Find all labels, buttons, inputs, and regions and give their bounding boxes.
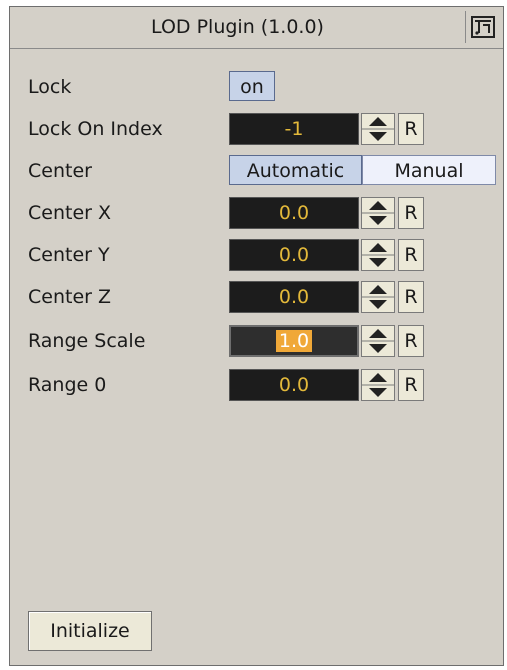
range-scale-selected-text: 1.0 <box>275 330 313 352</box>
lock-on-index-spinner[interactable] <box>361 113 395 145</box>
lock-on-index-reset-button[interactable]: R <box>398 113 424 145</box>
lod-plugin-panel: LOD Plugin (1.0.0) Lock on Lock On Index… <box>9 6 504 666</box>
range-scale-spinner[interactable] <box>361 325 395 357</box>
center-x-reset-button[interactable]: R <box>398 197 424 229</box>
center-x-label: Center X <box>28 202 112 224</box>
range-0-label: Range 0 <box>28 374 107 396</box>
center-y-field[interactable]: 0.0 <box>229 239 359 271</box>
center-x-spinner[interactable] <box>361 197 395 229</box>
range-0-field[interactable]: 0.0 <box>229 369 359 401</box>
range-scale-field[interactable]: 1.0 <box>229 325 359 357</box>
center-z-spinner[interactable] <box>361 281 395 313</box>
center-z-label: Center Z <box>28 286 112 308</box>
center-automatic-option[interactable]: Automatic <box>229 155 362 185</box>
plugin-logo-icon[interactable] <box>465 11 500 43</box>
center-x-field[interactable]: 0.0 <box>229 197 359 229</box>
center-y-label: Center Y <box>28 244 110 266</box>
lock-on-index-field[interactable]: -1 <box>229 113 359 145</box>
range-0-spinner[interactable] <box>361 369 395 401</box>
center-y-spinner[interactable] <box>361 239 395 271</box>
range-scale-reset-button[interactable]: R <box>398 325 424 357</box>
lock-label: Lock <box>28 76 72 98</box>
lock-toggle[interactable]: on <box>229 71 275 101</box>
center-label: Center <box>28 160 92 182</box>
lock-on-index-label: Lock On Index <box>28 118 163 140</box>
center-z-field[interactable]: 0.0 <box>229 281 359 313</box>
range-0-reset-button[interactable]: R <box>398 369 424 401</box>
panel-title-bar: LOD Plugin (1.0.0) <box>10 7 503 49</box>
center-z-reset-button[interactable]: R <box>398 281 424 313</box>
panel-title: LOD Plugin (1.0.0) <box>151 16 324 38</box>
initialize-button[interactable]: Initialize <box>28 611 152 651</box>
range-scale-label: Range Scale <box>28 330 146 352</box>
center-y-reset-button[interactable]: R <box>398 239 424 271</box>
center-manual-option[interactable]: Manual <box>362 155 496 185</box>
